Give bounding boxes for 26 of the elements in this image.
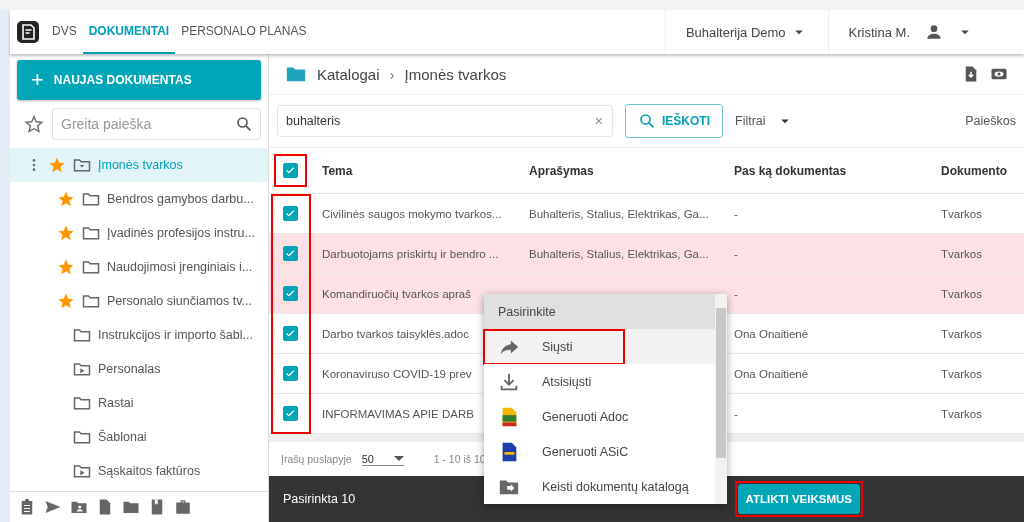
table-cell: Ona Onaitienė	[734, 327, 809, 340]
table-cell: -	[734, 247, 738, 260]
table-cell: Komandiruočių tvarkos apraš	[322, 287, 471, 300]
table-cell: INFORMAVIMAS APIE DARB	[322, 407, 474, 420]
table-cell: Koronaviruso COVID-19 prev	[322, 367, 472, 380]
menu-title: Pasirinkite	[498, 304, 556, 319]
selected-count: Pasirinkta 10	[283, 492, 356, 506]
table-cell: Darbo tvarkos taisyklės.adoc	[322, 327, 469, 340]
table-cell: Civilinės saugos mokymo tvarkos...	[322, 207, 502, 220]
table-cell: -	[734, 407, 738, 420]
chevron-icon: ›	[389, 65, 395, 83]
table-cell: -	[734, 287, 738, 300]
table-cell: Buhalteris, Stalius, Elektrikas, Ga...	[529, 207, 709, 220]
table-cell: Buhalteris, Stalius, Elektrikas, Ga...	[529, 247, 709, 260]
table-cell: Tvarkos	[941, 287, 982, 300]
table-cell: Ona Onaitienė	[734, 367, 809, 380]
plus-icon: +	[31, 69, 44, 91]
table-cell: Tvarkos	[941, 247, 982, 260]
rows-per-page-label: Įrašų puslapyje	[281, 453, 352, 465]
breadcrumb-current: Įmonės tvarkos	[404, 65, 507, 83]
table-cell: Tvarkos	[941, 407, 982, 420]
table-cell: Tvarkos	[941, 327, 982, 340]
table-cell: Darbuotojams priskirtų ir bendro ...	[322, 247, 499, 260]
table-cell: Tvarkos	[941, 207, 982, 220]
table-cell: -	[734, 207, 738, 220]
table-cell: Tvarkos	[941, 367, 982, 380]
